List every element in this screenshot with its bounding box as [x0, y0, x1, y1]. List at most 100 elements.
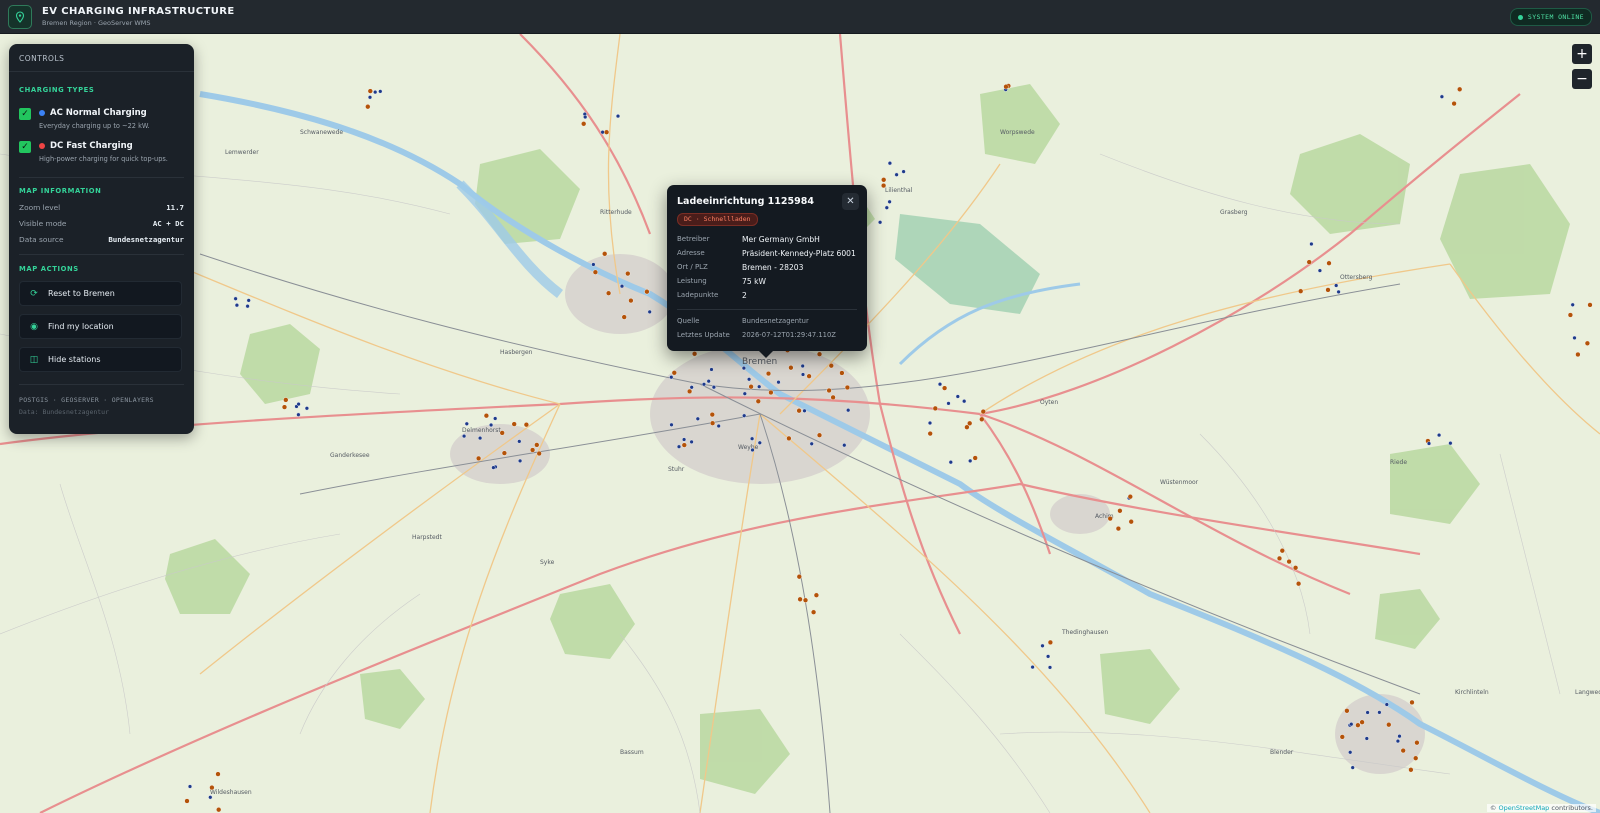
dc-station-marker[interactable]	[1003, 84, 1009, 90]
ac-station-marker[interactable]	[1349, 722, 1354, 727]
ac-station-marker[interactable]	[1397, 734, 1402, 739]
ac-station-marker[interactable]	[894, 172, 899, 177]
ac-station-marker[interactable]	[741, 366, 746, 371]
dc-checkbox[interactable]: ✓	[19, 141, 31, 153]
ac-station-marker[interactable]	[517, 439, 522, 444]
ac-station-marker[interactable]	[802, 408, 807, 413]
dc-station-marker[interactable]	[592, 269, 599, 275]
dc-station-marker[interactable]	[523, 422, 530, 428]
ac-station-marker[interactable]	[1348, 750, 1353, 755]
ac-station-marker[interactable]	[955, 394, 960, 399]
dc-station-marker[interactable]	[813, 592, 820, 598]
ac-station-marker[interactable]	[962, 399, 967, 404]
dc-station-marker[interactable]	[536, 450, 542, 457]
dc-station-marker[interactable]	[602, 251, 608, 257]
ac-station-marker[interactable]	[464, 421, 469, 426]
dc-station-marker[interactable]	[483, 413, 490, 419]
dc-station-marker[interactable]	[625, 271, 631, 277]
dc-station-marker[interactable]	[828, 363, 834, 369]
ac-station-marker[interactable]	[669, 422, 674, 427]
ac-station-marker[interactable]	[948, 460, 953, 465]
dc-station-marker[interactable]	[1276, 555, 1283, 562]
dc-station-marker[interactable]	[1386, 722, 1392, 728]
dc-station-marker[interactable]	[967, 420, 973, 426]
dc-station-marker[interactable]	[529, 447, 536, 453]
dc-station-marker[interactable]	[826, 387, 832, 394]
dc-station-marker[interactable]	[605, 290, 612, 296]
openstreetmap-link[interactable]: OpenStreetMap	[1498, 804, 1549, 812]
ac-station-marker[interactable]	[846, 408, 851, 413]
ac-station-marker[interactable]	[1377, 710, 1382, 715]
ac-station-marker[interactable]	[716, 423, 721, 429]
ac-station-marker[interactable]	[809, 441, 814, 446]
dc-station-marker[interactable]	[644, 289, 650, 295]
ac-station-marker[interactable]	[1448, 441, 1453, 446]
dc-station-marker[interactable]	[1587, 302, 1593, 308]
dc-station-marker[interactable]	[1128, 519, 1134, 525]
dc-station-marker[interactable]	[511, 421, 517, 427]
dc-station-marker[interactable]	[501, 450, 508, 456]
dc-station-marker[interactable]	[844, 384, 851, 391]
ac-station-marker[interactable]	[1384, 702, 1389, 707]
dc-station-marker[interactable]	[1567, 312, 1574, 318]
ac-station-marker[interactable]	[887, 161, 892, 166]
dc-station-marker[interactable]	[1107, 516, 1113, 522]
dc-station-marker[interactable]	[1117, 508, 1123, 514]
dc-station-marker[interactable]	[788, 365, 794, 371]
dc-station-marker[interactable]	[1575, 351, 1581, 358]
ac-station-marker[interactable]	[1317, 268, 1322, 273]
ac-station-marker[interactable]	[296, 412, 301, 417]
dc-station-marker[interactable]	[748, 384, 754, 390]
dc-station-marker[interactable]	[839, 370, 845, 376]
ac-station-marker[interactable]	[1334, 283, 1339, 288]
dc-station-marker[interactable]	[581, 121, 587, 127]
map-canvas[interactable]: Bremen Delmenhorst Ganderkesee Lemwerder Stu…	[0, 34, 1600, 813]
dc-station-marker[interactable]	[1286, 558, 1292, 565]
ac-station-marker[interactable]	[1395, 738, 1400, 744]
dc-station-marker[interactable]	[980, 409, 986, 415]
dc-station-marker[interactable]	[1339, 734, 1345, 740]
dc-station-marker[interactable]	[281, 404, 288, 410]
zoom-in-button[interactable]: +	[1572, 44, 1592, 64]
ac-station-marker[interactable]	[1045, 654, 1051, 659]
dc-station-marker[interactable]	[1047, 639, 1054, 646]
dc-station-marker[interactable]	[621, 314, 627, 320]
dc-station-marker[interactable]	[1584, 340, 1591, 346]
dc-station-marker[interactable]	[1359, 719, 1365, 725]
dc-station-marker[interactable]	[1306, 259, 1312, 265]
dc-station-marker[interactable]	[979, 416, 985, 422]
ac-station-marker[interactable]	[1439, 94, 1444, 99]
dc-station-marker[interactable]	[215, 771, 221, 777]
ac-station-marker[interactable]	[1030, 664, 1035, 670]
ac-station-marker[interactable]	[927, 420, 933, 426]
dc-station-marker[interactable]	[709, 420, 716, 426]
dc-station-marker[interactable]	[1279, 548, 1285, 554]
ac-station-marker[interactable]	[669, 375, 674, 380]
ac-station-marker[interactable]	[600, 130, 605, 135]
dc-station-marker[interactable]	[1344, 708, 1350, 714]
dc-station-marker[interactable]	[1326, 260, 1332, 266]
ac-station-marker[interactable]	[583, 114, 588, 120]
dc-station-marker[interactable]	[709, 412, 715, 418]
ac-station-marker[interactable]	[946, 401, 951, 406]
ac-station-marker[interactable]	[1336, 289, 1341, 294]
dc-station-marker[interactable]	[810, 609, 817, 615]
dc-station-marker[interactable]	[1298, 288, 1304, 294]
ac-station-marker[interactable]	[1040, 643, 1045, 648]
dc-station-marker[interactable]	[830, 394, 836, 401]
dc-station-marker[interactable]	[283, 397, 289, 403]
dc-station-marker[interactable]	[1408, 767, 1414, 773]
ac-station-marker[interactable]	[1350, 765, 1355, 770]
ac-station-marker[interactable]	[776, 380, 781, 385]
dc-station-marker[interactable]	[628, 298, 634, 304]
ac-station-marker[interactable]	[1436, 433, 1442, 438]
dc-station-marker[interactable]	[755, 398, 761, 404]
dc-station-marker[interactable]	[603, 129, 610, 135]
ac-station-marker[interactable]	[1047, 665, 1053, 670]
ac-station-marker[interactable]	[709, 367, 714, 372]
ac-station-marker[interactable]	[378, 89, 383, 94]
hide-stations-button[interactable]: ◫ Hide stations	[19, 347, 182, 372]
ac-station-marker[interactable]	[647, 309, 652, 314]
close-icon[interactable]: ✕	[842, 193, 859, 210]
ac-filter-row[interactable]: ✓ AC Normal Charging Everyday charging u…	[19, 108, 150, 130]
